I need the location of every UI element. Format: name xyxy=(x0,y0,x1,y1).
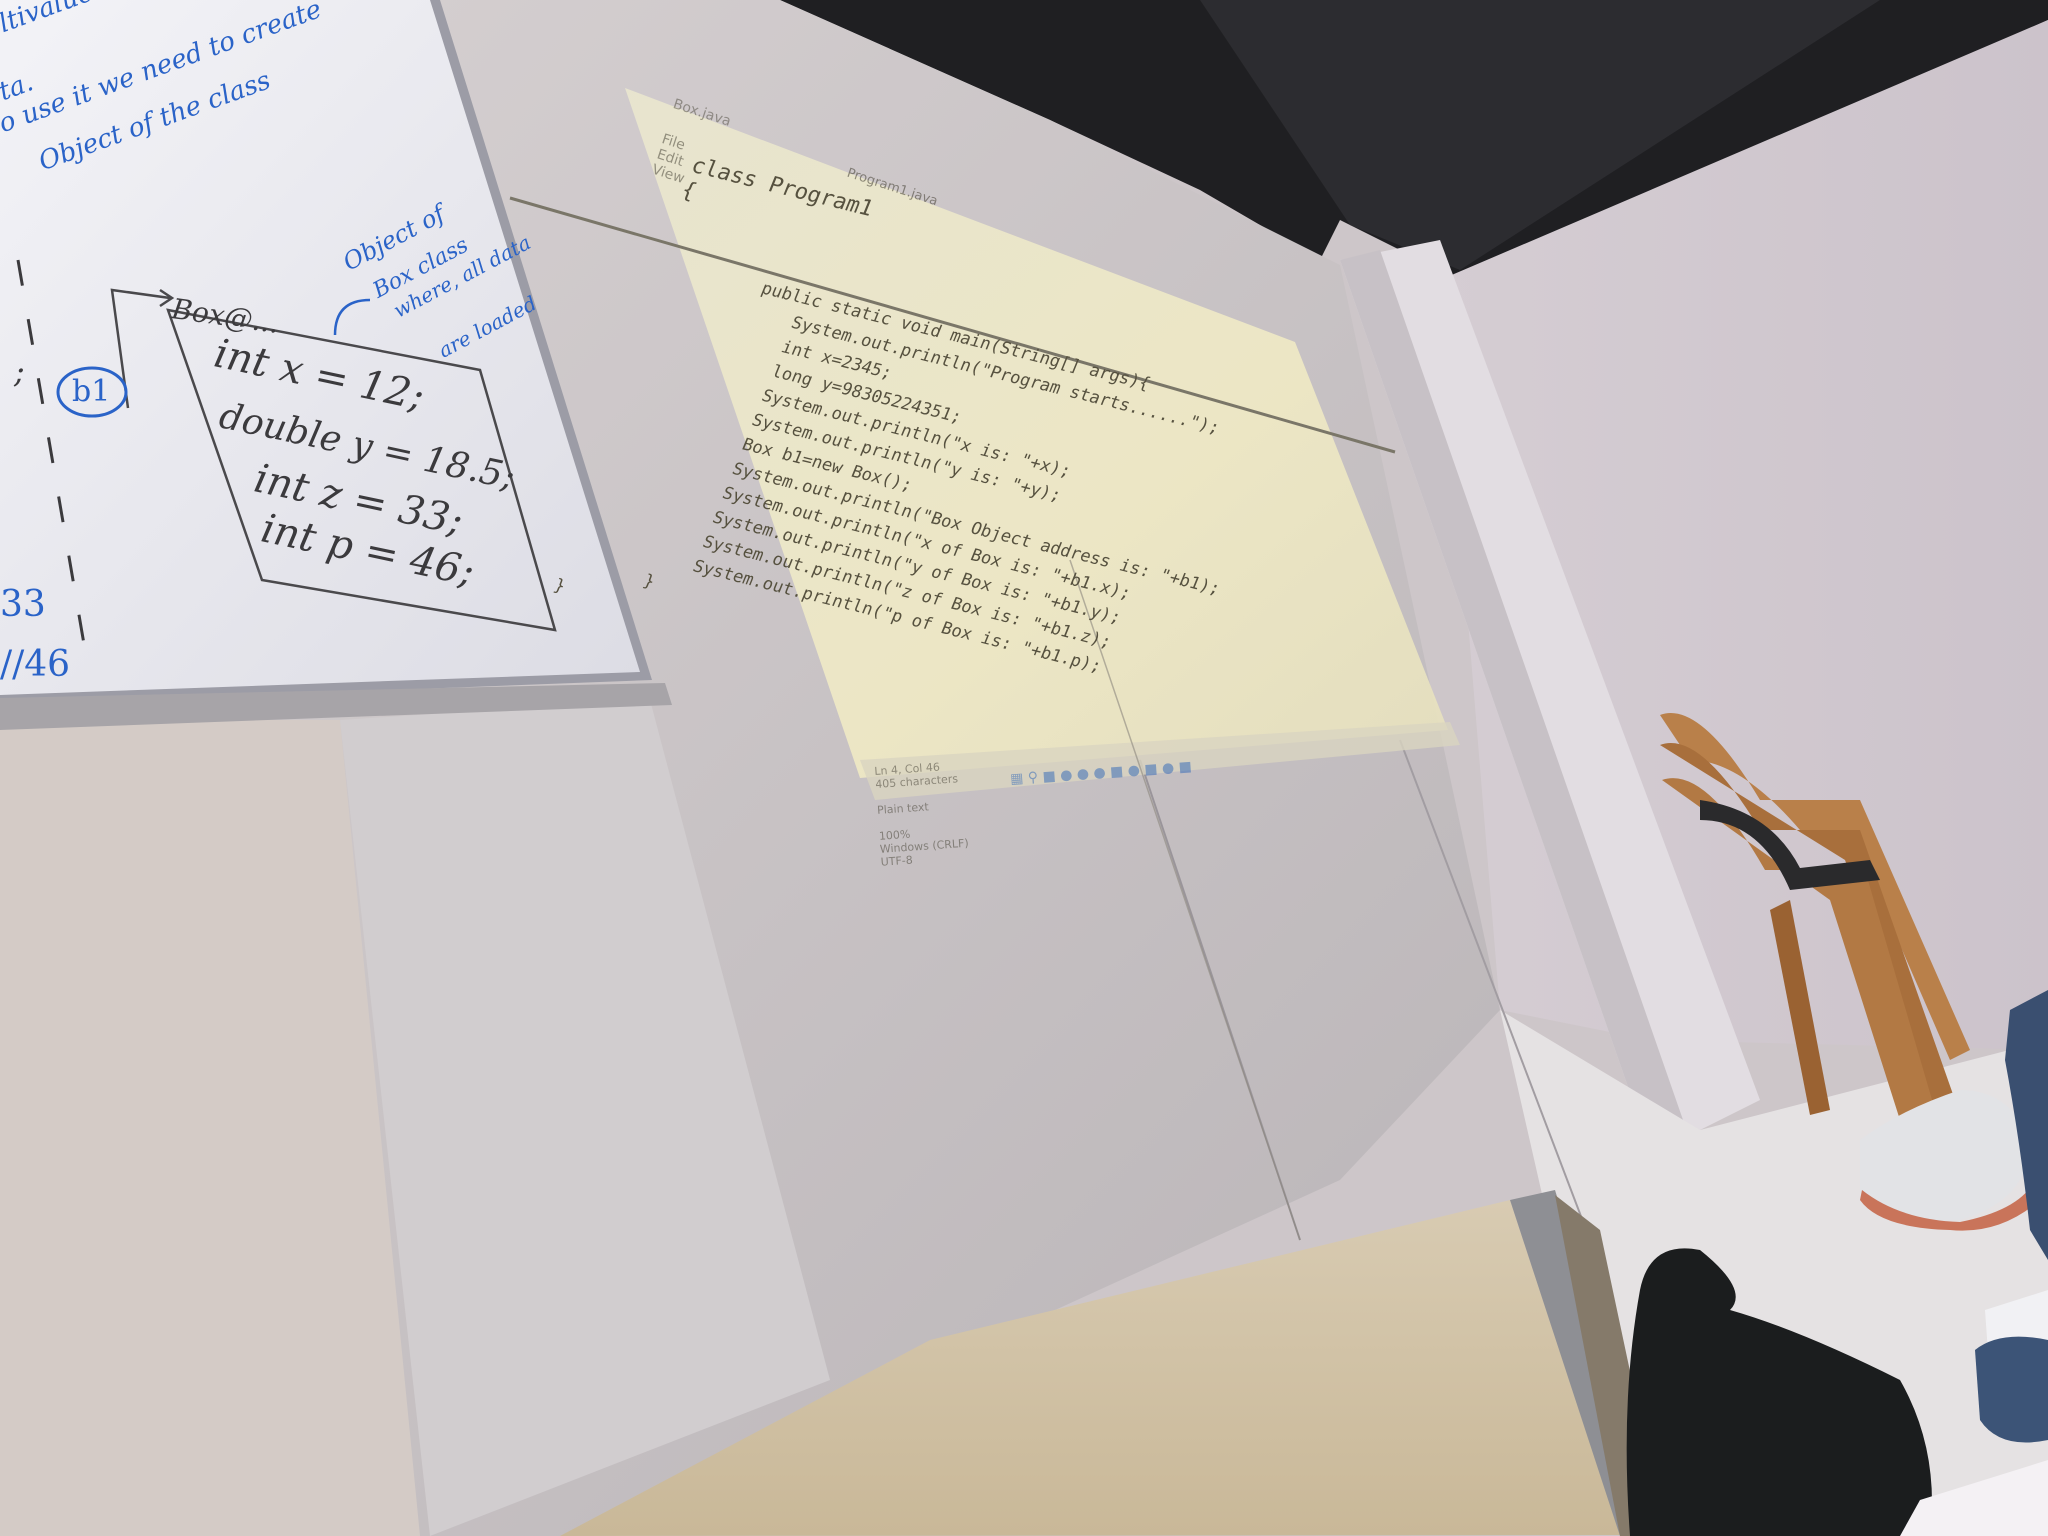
b1-label: b1 xyxy=(72,374,111,409)
app-icon[interactable]: ● xyxy=(1076,766,1089,783)
left-value: 33 xyxy=(0,584,46,625)
status-bar: Ln 4, Col 46 405 characters Plain text 1… xyxy=(866,744,1001,870)
windows-start-icon[interactable]: ▦ xyxy=(1010,770,1024,787)
knee xyxy=(1975,1336,2048,1443)
status-encoding: UTF-8 xyxy=(880,853,914,869)
search-icon[interactable]: ⚲ xyxy=(1027,769,1038,786)
left-value: //46 xyxy=(0,644,71,685)
status-format: Plain text xyxy=(876,800,930,817)
app-icon[interactable]: ● xyxy=(1127,762,1140,779)
file-explorer-icon[interactable]: ■ xyxy=(1042,768,1056,785)
app-icon[interactable]: ● xyxy=(1093,765,1106,782)
app-icon[interactable]: ■ xyxy=(1178,759,1192,776)
left-value: ; xyxy=(14,352,25,390)
app-icon[interactable]: ■ xyxy=(1110,763,1124,780)
app-icon[interactable]: ■ xyxy=(1144,761,1158,778)
app-icon[interactable]: ● xyxy=(1161,760,1174,777)
browser-icon[interactable]: ● xyxy=(1060,767,1073,784)
